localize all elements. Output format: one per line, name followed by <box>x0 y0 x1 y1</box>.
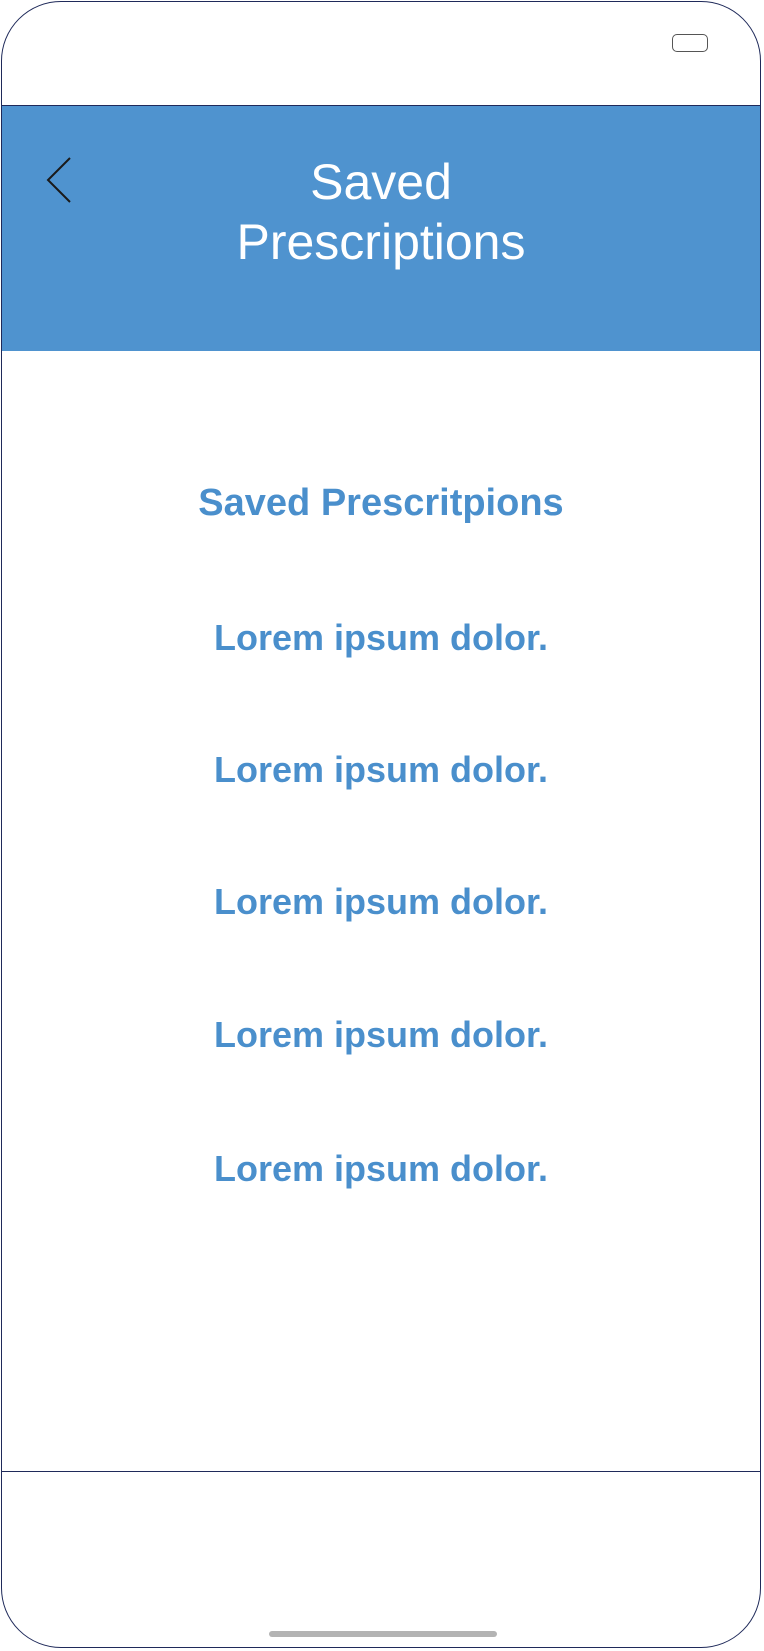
status-bar <box>2 2 760 106</box>
bottom-bar <box>2 1471 760 1647</box>
home-indicator[interactable] <box>269 1631 497 1637</box>
prescription-item[interactable]: Lorem ipsum dolor. <box>2 748 760 792</box>
back-button[interactable] <box>32 146 82 206</box>
page-title: Saved Prescriptions <box>152 152 610 272</box>
page-title-line1: Saved <box>310 154 452 210</box>
chevron-left-icon <box>46 157 71 203</box>
prescription-item[interactable]: Lorem ipsum dolor. <box>2 880 760 924</box>
prescription-item[interactable]: Lorem ipsum dolor. <box>2 1147 760 1191</box>
phone-frame: Saved Prescriptions Saved Prescritpions … <box>1 1 761 1648</box>
app-header: Saved Prescriptions <box>2 106 760 351</box>
prescription-item[interactable]: Lorem ipsum dolor. <box>2 616 760 660</box>
prescription-item[interactable]: Lorem ipsum dolor. <box>2 1013 760 1057</box>
battery-icon <box>672 34 708 52</box>
page-title-line2: Prescriptions <box>236 214 526 270</box>
section-title: Saved Prescritpions <box>198 482 564 524</box>
